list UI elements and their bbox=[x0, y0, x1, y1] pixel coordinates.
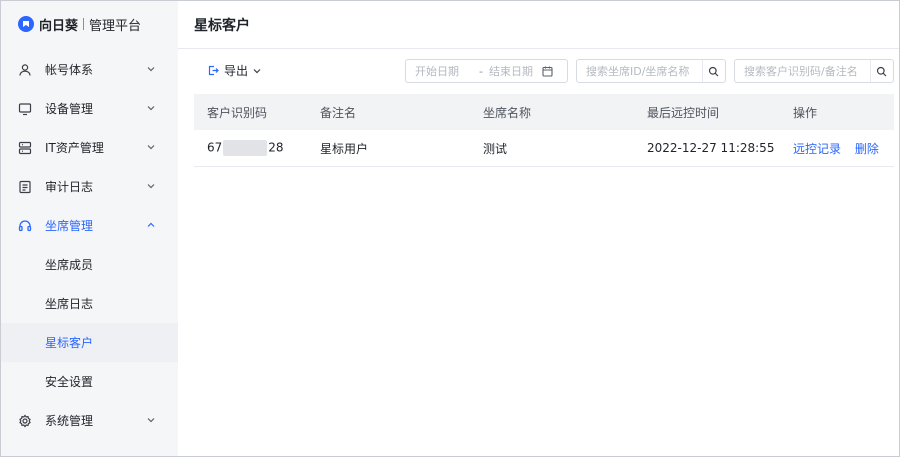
starred-customers-table: 客户识别码 备注名 坐席名称 最后远控时间 操作 67 28 星标用户 测试 20… bbox=[194, 94, 894, 167]
seat-search-input[interactable] bbox=[577, 64, 696, 78]
remote-records-link[interactable]: 远控记录 bbox=[793, 142, 841, 156]
column-header: 备注名 bbox=[320, 105, 357, 120]
export-button[interactable]: 导出 bbox=[208, 62, 262, 79]
sidebar-item-devices[interactable]: 设备管理 bbox=[0, 89, 178, 128]
customer-search-field[interactable] bbox=[734, 59, 894, 83]
sidebar-item-audit-log[interactable]: 审计日志 bbox=[0, 167, 178, 206]
chevron-down-icon bbox=[147, 67, 155, 72]
sunflower-logo-icon bbox=[18, 16, 34, 32]
sidebar-item-system[interactable]: 系统管理 bbox=[0, 401, 178, 440]
chevron-down-icon bbox=[147, 418, 155, 423]
customer-search-button[interactable] bbox=[870, 60, 893, 82]
seat-name-cell: 测试 bbox=[483, 141, 508, 156]
monitor-icon bbox=[18, 102, 32, 116]
sidebar-item-account[interactable]: 帐号体系 bbox=[0, 50, 178, 89]
start-date-input[interactable]: 开始日期 bbox=[415, 63, 470, 79]
sidebar-subitem-starred-customers[interactable]: 星标客户 bbox=[0, 323, 178, 362]
customer-code-cell: 67 28 bbox=[207, 140, 284, 156]
redaction-mask bbox=[223, 140, 268, 156]
page-title: 星标客户 bbox=[194, 18, 250, 34]
actions-cell: 远控记录 删除 bbox=[793, 140, 879, 157]
customer-code-prefix: 67 bbox=[207, 140, 223, 155]
column-header: 操作 bbox=[793, 105, 818, 120]
seat-search-button[interactable] bbox=[702, 60, 725, 82]
export-icon bbox=[208, 65, 219, 76]
chevron-up-icon bbox=[147, 222, 155, 227]
chevron-down-icon bbox=[147, 184, 155, 189]
user-icon bbox=[18, 63, 32, 77]
sidebar-item-label: 审计日志 bbox=[45, 180, 94, 194]
customer-code-suffix: 28 bbox=[268, 140, 284, 155]
brand[interactable]: 向日葵 管理平台 bbox=[18, 14, 141, 34]
date-range-picker[interactable]: 开始日期 - 结束日期 bbox=[405, 59, 568, 83]
date-separator: - bbox=[479, 64, 483, 78]
log-icon bbox=[18, 180, 32, 194]
brand-name: 向日葵 bbox=[39, 18, 79, 34]
search-icon bbox=[708, 66, 719, 77]
sidebar-subitem-seat-members[interactable]: 坐席成员 bbox=[0, 245, 178, 284]
server-icon bbox=[18, 141, 32, 155]
sidebar-item-label: 坐席管理 bbox=[45, 219, 94, 233]
export-label: 导出 bbox=[224, 64, 249, 78]
column-header: 客户识别码 bbox=[207, 105, 268, 120]
last-remote-time-cell: 2022-12-27 11:28:55 bbox=[647, 141, 775, 155]
brand-subtitle: 管理平台 bbox=[89, 18, 142, 34]
brand-divider bbox=[83, 18, 85, 30]
sidebar-item-it-assets[interactable]: IT资产管理 bbox=[0, 128, 178, 167]
gear-icon bbox=[18, 414, 32, 428]
column-header: 坐席名称 bbox=[483, 105, 532, 120]
delete-link[interactable]: 删除 bbox=[855, 142, 879, 156]
chevron-down-icon bbox=[147, 145, 155, 150]
customer-search-input[interactable] bbox=[735, 64, 866, 78]
sidebar-item-seat-management[interactable]: 坐席管理 bbox=[0, 206, 178, 245]
remark-cell: 星标用户 bbox=[320, 141, 369, 156]
table-header: 客户识别码 备注名 坐席名称 最后远控时间 操作 bbox=[194, 94, 894, 130]
sidebar-subitem-seat-log[interactable]: 坐席日志 bbox=[0, 284, 178, 323]
chevron-down-icon bbox=[147, 106, 155, 111]
chevron-down-icon bbox=[253, 68, 261, 73]
seat-search-field[interactable] bbox=[576, 59, 726, 83]
sidebar-nav: 帐号体系 设备管理 IT资产管理 审计日志 坐席管理 坐席成员 坐席日志 星标客… bbox=[0, 50, 178, 440]
toolbar: 导出 开始日期 - 结束日期 bbox=[178, 58, 900, 86]
sidebar-item-label: 帐号体系 bbox=[45, 63, 94, 77]
sidebar-subitem-security-settings[interactable]: 安全设置 bbox=[0, 362, 178, 401]
sidebar: 向日葵 管理平台 帐号体系 设备管理 IT资产管理 审计日志 坐席管理 坐席成员… bbox=[0, 0, 178, 457]
headset-icon bbox=[18, 219, 32, 233]
sidebar-item-label: 设备管理 bbox=[45, 102, 94, 116]
sidebar-item-label: 系统管理 bbox=[45, 414, 94, 428]
end-date-input[interactable]: 结束日期 bbox=[489, 63, 533, 79]
calendar-icon bbox=[542, 66, 553, 77]
sidebar-item-label: IT资产管理 bbox=[45, 141, 104, 155]
table-row: 67 28 星标用户 测试 2022-12-27 11:28:55 远控记录 删除 bbox=[194, 130, 894, 167]
search-icon bbox=[876, 66, 887, 77]
column-header: 最后远控时间 bbox=[647, 105, 720, 120]
header: 星标客户 bbox=[178, 0, 900, 49]
